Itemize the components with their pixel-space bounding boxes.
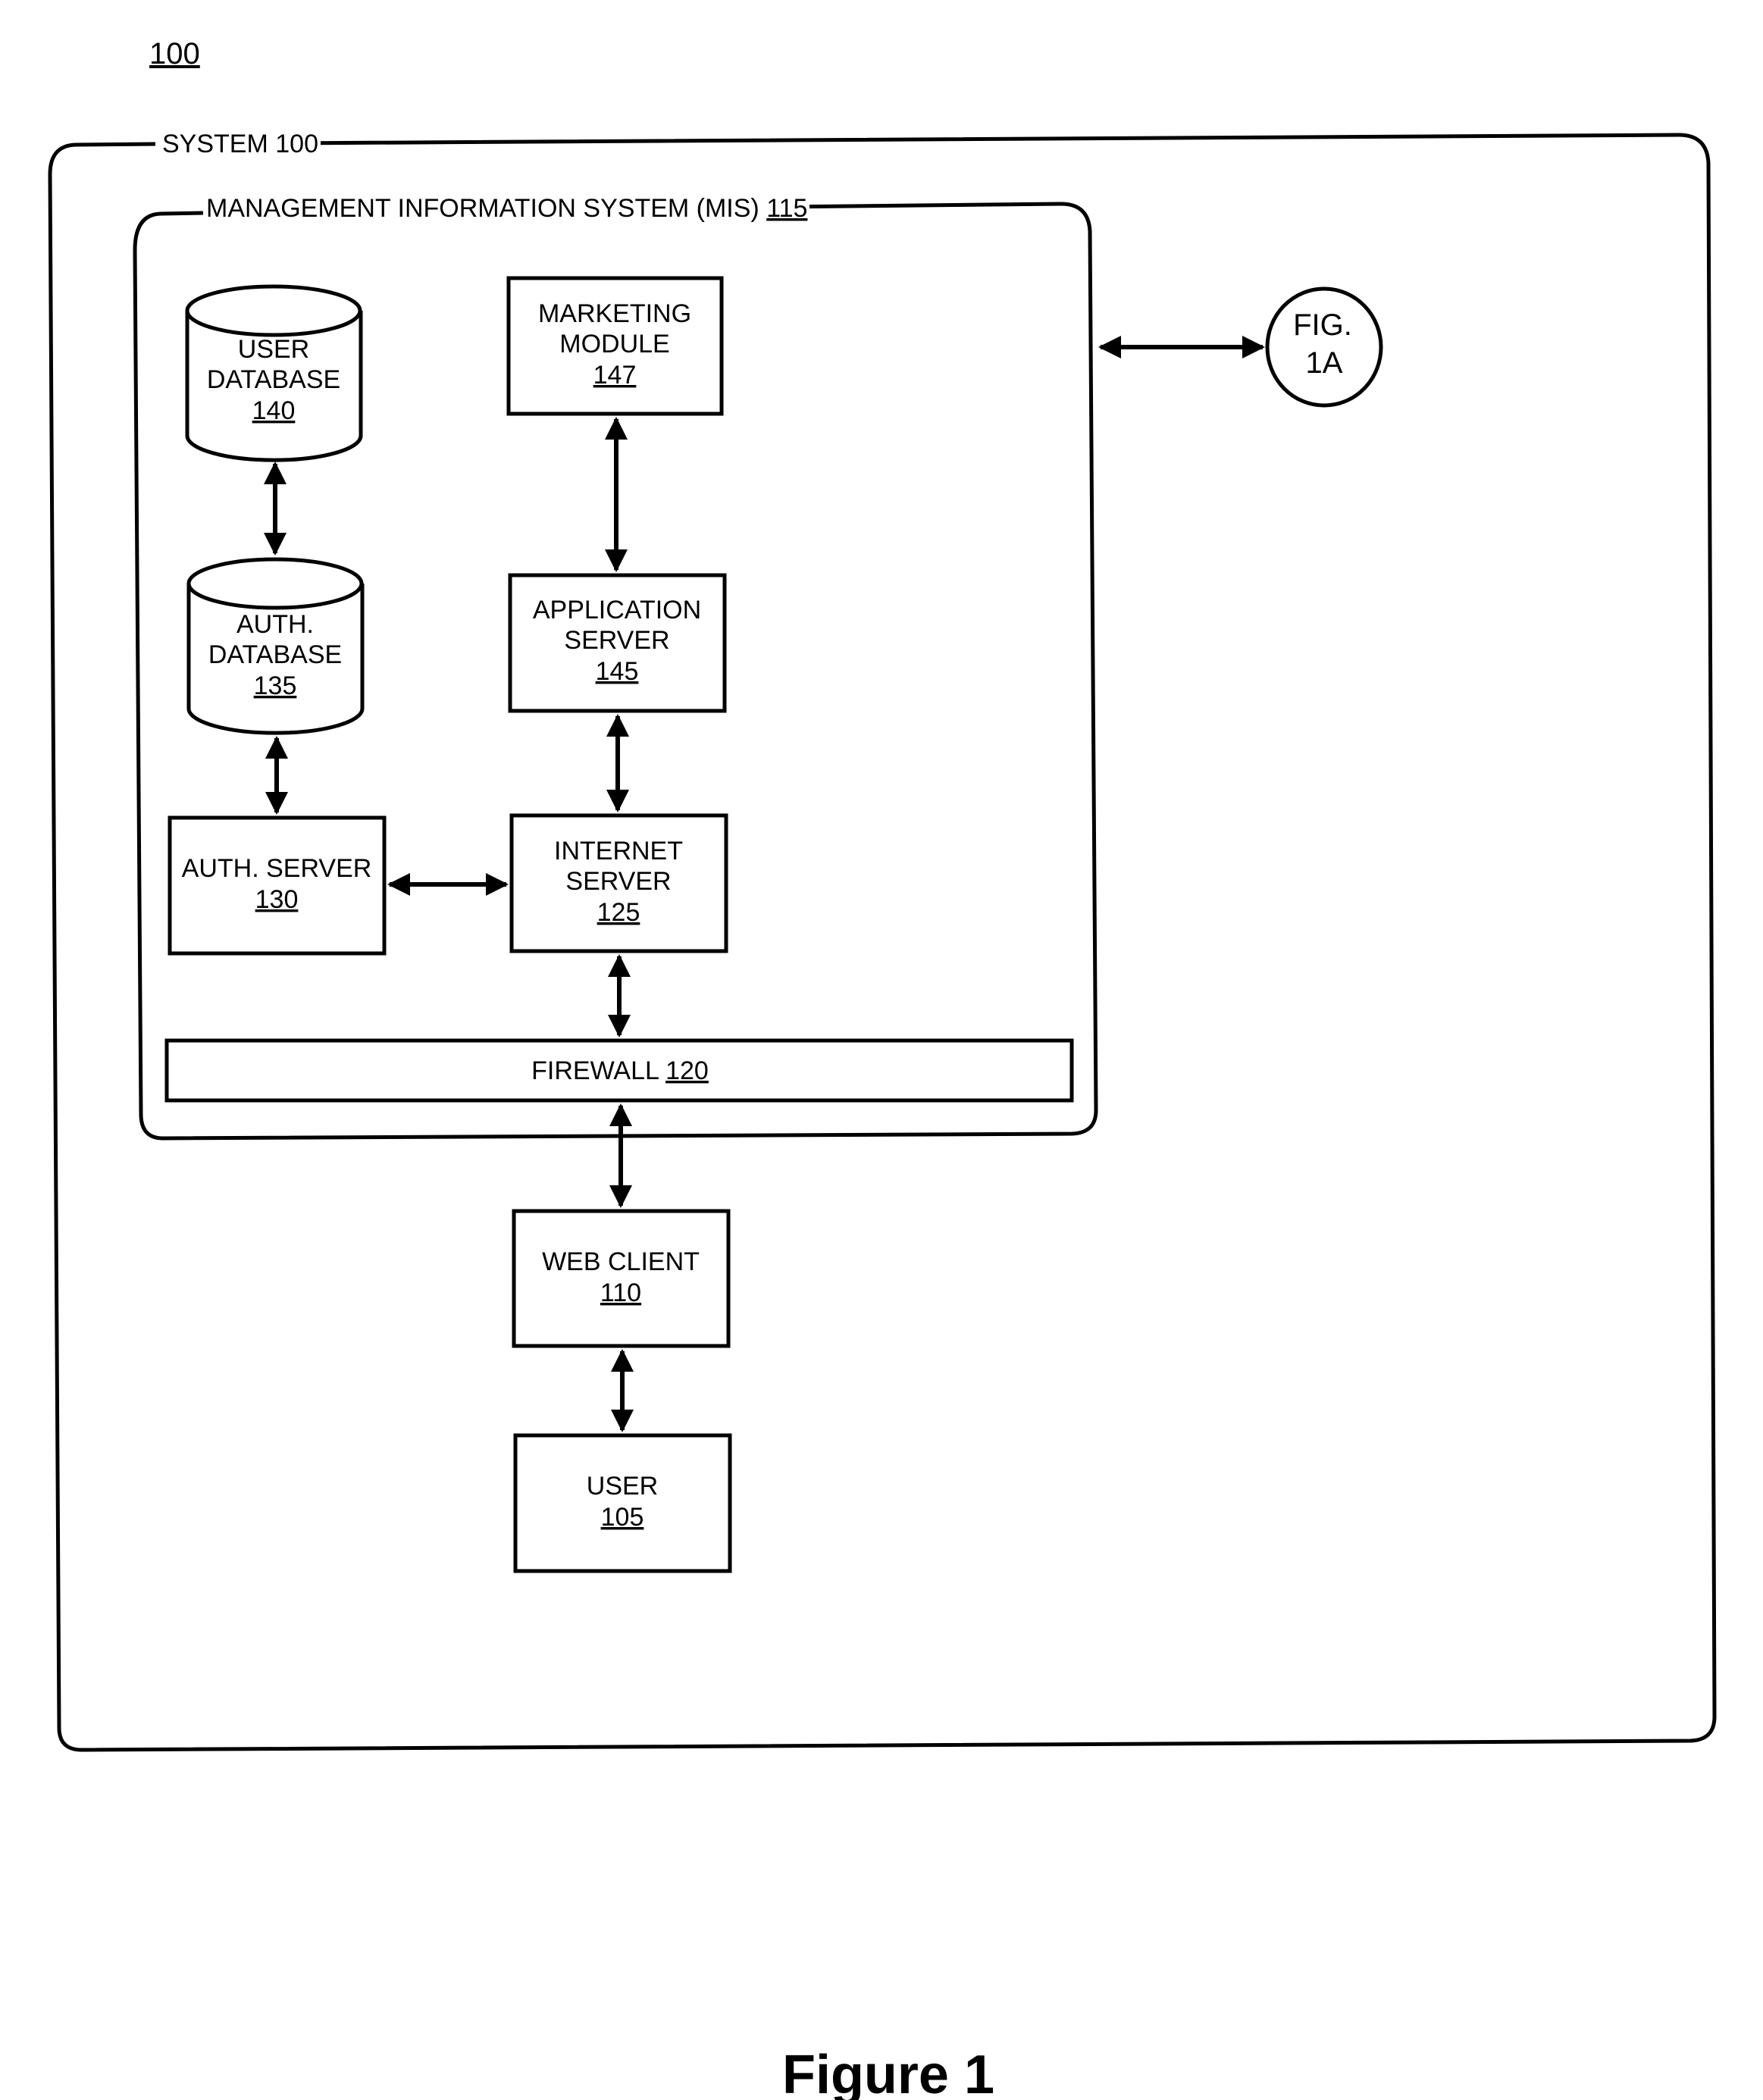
svg-text:FIREWALL 120: FIREWALL 120 — [531, 1056, 709, 1085]
svg-text:140: 140 — [252, 396, 296, 425]
system-title: SYSTEM 100 — [162, 130, 318, 158]
marketing-module: MARKETING MODULE 147 — [506, 276, 724, 416]
fig-1a-connector: FIG. 1A — [1265, 286, 1383, 408]
svg-text:APPLICATION: APPLICATION — [533, 596, 701, 624]
application-server: APPLICATION SERVER 145 — [508, 573, 727, 713]
svg-text:AUTH. SERVER: AUTH. SERVER — [182, 854, 372, 883]
svg-text:105: 105 — [601, 1503, 644, 1532]
figure-caption: Figure 1 — [782, 2045, 994, 2100]
svg-text:WEB CLIENT: WEB CLIENT — [542, 1247, 700, 1276]
svg-text:MARKETING: MARKETING — [538, 299, 691, 328]
user-database: USER DATABASE 140 — [185, 284, 363, 462]
auth-database: AUTH. DATABASE 135 — [186, 557, 365, 735]
figure-number-text: 100 — [149, 37, 200, 70]
firewall: FIREWALL 120 — [164, 1038, 1074, 1103]
system-diagram: 100 SYSTEM 100 MANAGEMENT INFORMATION SY… — [48, 37, 1717, 2100]
auth-server: AUTH. SERVER 130 — [168, 815, 387, 956]
svg-text:1A: 1A — [1306, 346, 1343, 380]
svg-text:145: 145 — [596, 657, 639, 686]
svg-text:130: 130 — [255, 885, 299, 914]
svg-text:147: 147 — [593, 361, 637, 390]
svg-text:135: 135 — [254, 671, 297, 700]
svg-text:125: 125 — [597, 898, 640, 927]
svg-text:SERVER: SERVER — [565, 867, 671, 896]
svg-text:USER: USER — [238, 335, 309, 364]
svg-text:SERVER: SERVER — [564, 626, 669, 655]
user: USER 105 — [513, 1433, 732, 1573]
svg-text:DATABASE: DATABASE — [207, 365, 340, 394]
svg-text:110: 110 — [600, 1278, 641, 1307]
svg-text:INTERNET: INTERNET — [554, 837, 683, 865]
internet-server: INTERNET SERVER 125 — [509, 813, 728, 953]
svg-text:USER: USER — [587, 1472, 658, 1501]
svg-text:FIG.: FIG. — [1293, 308, 1352, 342]
mis-title: MANAGEMENT INFORMATION SYSTEM (MIS) 115 — [206, 194, 807, 223]
connections — [264, 336, 1265, 1432]
web-client: WEB CLIENT 110 — [512, 1209, 731, 1348]
figure-number: 100 — [149, 37, 200, 70]
svg-text:DATABASE: DATABASE — [208, 640, 342, 669]
svg-text:AUTH.: AUTH. — [236, 610, 314, 639]
svg-text:MODULE: MODULE — [559, 330, 669, 358]
